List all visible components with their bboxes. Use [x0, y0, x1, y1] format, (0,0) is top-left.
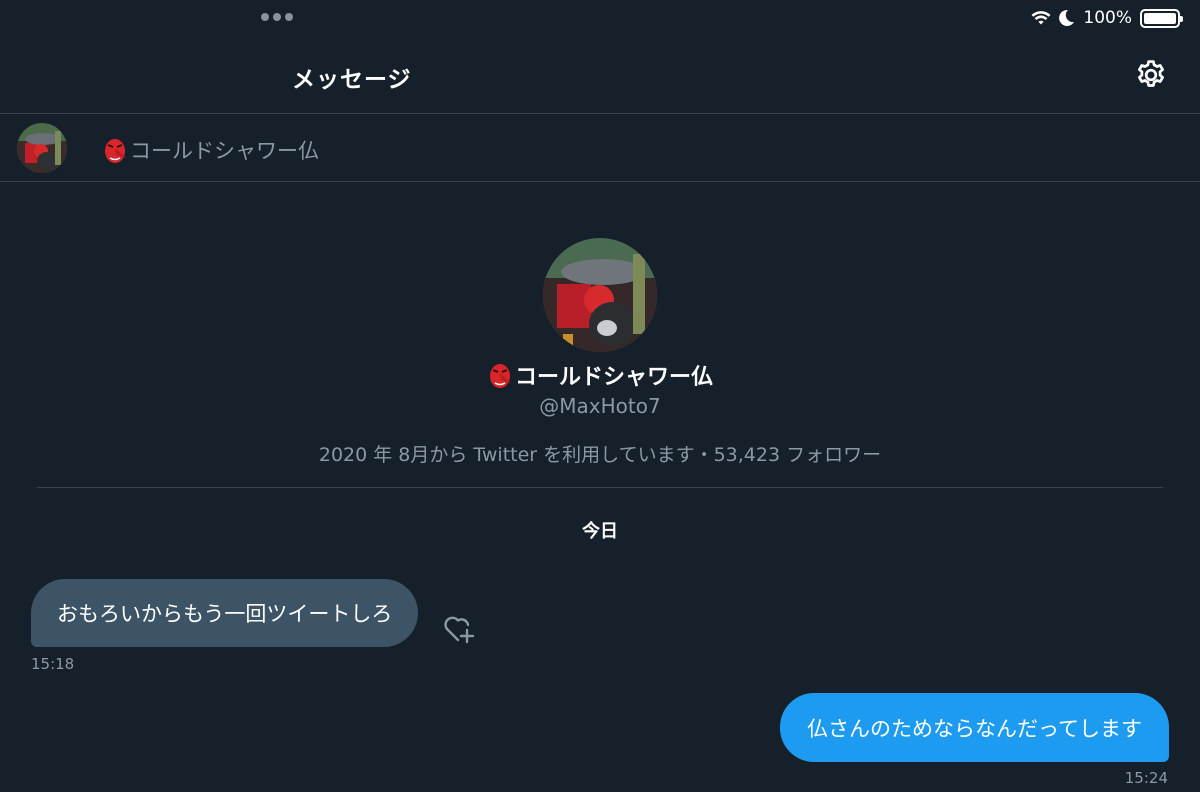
tengu-mask-icon — [105, 139, 126, 163]
profile-avatar[interactable] — [543, 238, 657, 352]
conversation-header[interactable]: コールドシャワー仏 — [0, 115, 1200, 182]
message-timestamp: 15:24 — [1124, 769, 1168, 787]
conversation-name[interactable]: コールドシャワー仏 — [102, 135, 319, 165]
wifi-icon — [1031, 11, 1051, 25]
moon-icon — [1059, 9, 1075, 26]
outgoing-message[interactable]: 仏さんのためならなんだってします — [780, 693, 1169, 762]
message-timestamp: 15:18 — [31, 655, 75, 673]
profile-card: コールドシャワー仏 @MaxHoto7 2020 年 8月から Twitter … — [0, 238, 1200, 467]
profile-meta: 2020 年 8月から Twitter を利用しています・53,423 フォロワ… — [318, 444, 882, 466]
battery-icon — [1140, 8, 1183, 28]
status-indicators: 100% — [1031, 6, 1183, 30]
battery-percentage: 100% — [1083, 8, 1132, 28]
profile-handle: @MaxHoto7 — [539, 394, 661, 418]
date-separator: 今日 — [582, 521, 618, 542]
more-dots-icon[interactable] — [261, 13, 293, 21]
profile-name: コールドシャワー仏 — [0, 358, 1200, 392]
status-bar: 100% — [0, 0, 1200, 36]
divider — [37, 487, 1163, 488]
header: メッセージ — [0, 36, 1200, 114]
gear-icon[interactable] — [1134, 58, 1168, 92]
tengu-mask-icon — [489, 364, 511, 388]
avatar[interactable] — [17, 123, 67, 173]
heart-plus-icon[interactable] — [442, 613, 476, 645]
incoming-message[interactable]: おもろいからもう一回ツイートしろ — [31, 579, 419, 647]
page-title: メッセージ — [292, 67, 412, 93]
